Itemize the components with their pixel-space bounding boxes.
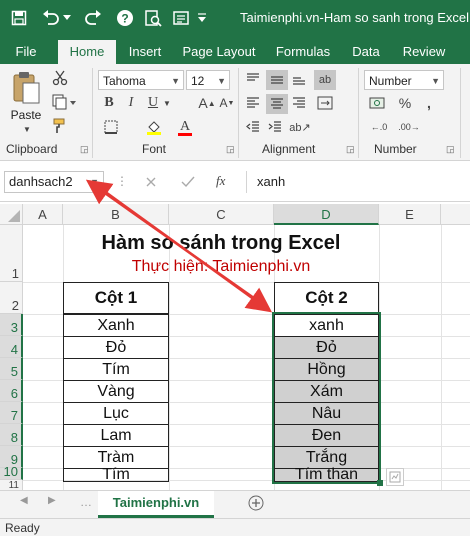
status-bar: Ready bbox=[0, 518, 470, 536]
scroll-right-icon[interactable]: ▶ bbox=[48, 495, 56, 506]
scroll-left-icon[interactable]: ◀ bbox=[20, 495, 28, 506]
status-text: Ready bbox=[5, 521, 40, 535]
sheet-tab-bar: ◀ ▶ … Taimienphi.vn bbox=[0, 490, 470, 519]
annotation-arrows bbox=[85, 179, 273, 313]
sheet-tab-active[interactable]: Taimienphi.vn bbox=[98, 491, 214, 518]
arrow-to-range bbox=[99, 186, 273, 313]
sheet-more-icon[interactable]: … bbox=[80, 495, 92, 509]
add-sheet-icon[interactable] bbox=[248, 495, 264, 511]
